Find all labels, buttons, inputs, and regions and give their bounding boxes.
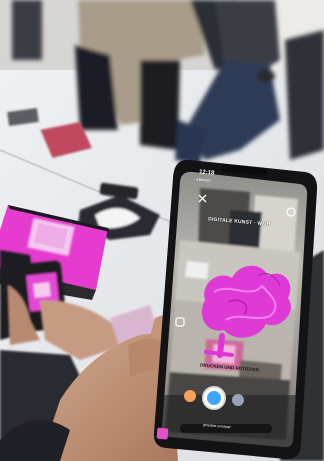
effect-thumb-icon-2 (232, 394, 244, 406)
gallery-thumb-icon (156, 427, 169, 440)
status-time: 12:18 (198, 169, 215, 177)
scene-photo (0, 0, 324, 461)
photo-frame: 12:18 ◂ Bereich DIGITALE KUNST · WMH DRU… (0, 0, 324, 461)
effect-thumb-icon (184, 390, 196, 402)
